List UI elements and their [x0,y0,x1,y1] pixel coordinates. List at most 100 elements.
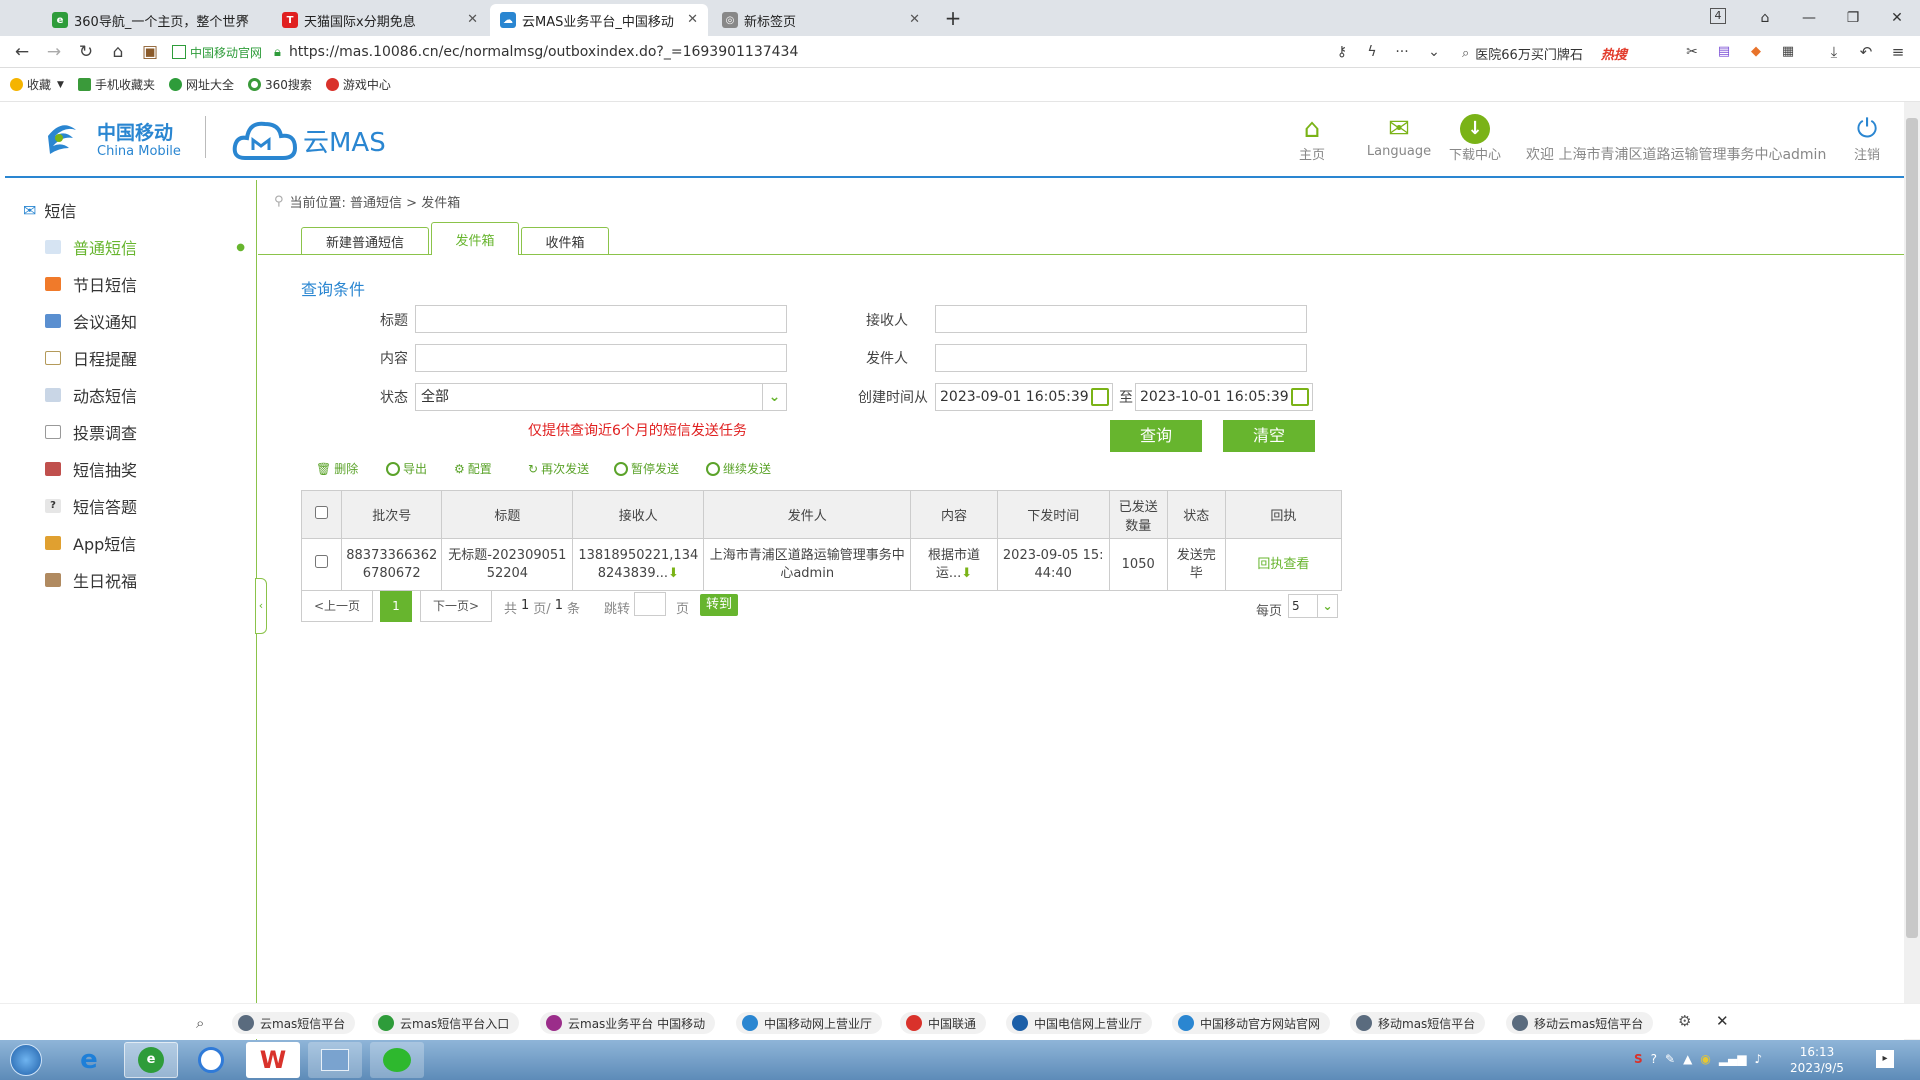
calendar-icon[interactable] [1091,388,1109,406]
briefcase-icon[interactable]: ▣ [138,40,162,64]
select-all-checkbox[interactable] [315,506,329,519]
close-window-button[interactable]: ✕ [1884,5,1910,31]
sidebar-item-vote[interactable]: 投票调查 [45,419,137,445]
jump-page-input[interactable] [634,592,666,616]
shortcut-item[interactable]: 移动云mas短信平台 [1506,1012,1654,1034]
clear-button[interactable]: 清空 [1223,420,1315,452]
nav-home[interactable]: ⌂ 主页 [1287,114,1337,163]
more-icon[interactable]: ··· [1390,40,1414,64]
shortcut-item[interactable]: 云mas短信平台入口 [372,1012,520,1034]
bookmark-games[interactable]: 游戏中心 [325,76,391,93]
new-tab-button[interactable]: + [940,5,966,31]
translate-icon[interactable]: ▤ [1712,40,1736,64]
forward-icon[interactable]: → [42,40,66,64]
start-button[interactable] [2,1042,50,1078]
chevron-down-icon[interactable]: ⌄ [762,384,786,410]
reload-icon[interactable]: ↻ [74,40,98,64]
nav-language[interactable]: ✉ Language [1357,114,1441,159]
shortcut-item[interactable]: 云mas业务平台 中国移动 [540,1012,716,1034]
view-receipt-link[interactable]: 回执查看 [1224,538,1343,591]
scissors-icon[interactable]: ✂ [1680,40,1704,64]
bookmark-mobile[interactable]: 手机收藏夹 [77,76,155,93]
shortcut-item[interactable]: 中国移动网上营业厅 [736,1012,883,1034]
content-cell[interactable]: 根据市道运...⬇ [910,538,998,591]
config-button[interactable]: ⚙ 配置 [454,460,492,477]
shortcut-item[interactable]: 中国电信网上营业厅 [1006,1012,1153,1034]
sidebar-item-app-sms[interactable]: App短信 [45,530,136,556]
restore-button[interactable]: ❐ [1840,5,1866,31]
volume-icon[interactable]: ♪ [1755,1052,1763,1066]
menu-icon[interactable]: ≡ [1886,40,1910,64]
delete-button[interactable]: 🗑︎ 删除 [316,460,358,477]
tab-outbox[interactable]: 发件箱 [431,222,519,255]
logout-button[interactable]: ⏻ 注销 [1847,114,1887,163]
nav-download[interactable]: ↓ 下载中心 [1443,114,1507,163]
expand-down-icon[interactable]: ⬇ [961,566,972,581]
arrow-up-icon[interactable]: ▲ [1683,1052,1692,1066]
shortcut-item[interactable]: 中国联通 [900,1012,987,1034]
close-icon[interactable]: ✕ [467,12,478,27]
tab-count-badge[interactable]: 4 [1710,8,1726,24]
sidebar-item-dynamic-sms[interactable]: 动态短信 [45,382,137,408]
lightning-icon[interactable]: ϟ [1360,40,1384,64]
undo-icon[interactable]: ↶ [1854,40,1878,64]
date-to-input[interactable]: 2023-10-01 16:05:39 [1135,383,1313,411]
continue-button[interactable]: 继续发送 [706,460,771,477]
security-icon[interactable]: ◉ [1700,1052,1710,1066]
query-button[interactable]: 查询 [1110,420,1202,452]
taskbar-explorer[interactable] [308,1042,362,1078]
network-icon[interactable]: ▂▄▆ [1719,1052,1747,1066]
per-page-select[interactable]: 5 ⌄ [1288,594,1338,618]
sidebar-item-birthday[interactable]: 生日祝福 [45,567,137,593]
bookmark-360search[interactable]: 360搜索 [247,76,312,93]
bookmark-sites[interactable]: 网址大全 [168,76,234,93]
minimize-button[interactable]: — [1796,5,1822,31]
sender-input[interactable] [935,344,1307,372]
browser-tab-tmall[interactable]: T 天猫国际x分期免息 ✕ [272,4,488,36]
shortcut-item[interactable]: 中国移动官方网站官网 [1172,1012,1331,1034]
receiver-input[interactable] [935,305,1307,333]
download-icon[interactable]: ⤓ [1822,40,1846,64]
status-select[interactable]: 全部 ⌄ [415,383,787,411]
sidebar-item-meeting[interactable]: 会议通知 [45,308,137,334]
notification-icon[interactable]: ▸ [1876,1050,1894,1068]
shortcut-item[interactable]: 移动mas短信平台 [1350,1012,1486,1034]
browser-tab-mas[interactable]: ☁ 云MAS业务平台_中国移动 ✕ [490,4,708,36]
apps-icon[interactable]: ▦ [1776,40,1800,64]
back-icon[interactable]: ← [10,40,34,64]
pen-icon[interactable]: ✎ [1665,1052,1675,1066]
search-box[interactable]: ⌕ 医院66万买门牌石 热搜 [1462,42,1672,64]
help-icon[interactable]: ? [1651,1052,1657,1066]
page-1-button[interactable]: 1 [380,590,412,622]
prev-page-button[interactable]: <上一页 [301,590,373,622]
page-scrollbar[interactable] [1904,102,1920,1040]
sidebar-item-schedule[interactable]: 日程提醒 [45,345,137,371]
browser-tab-360[interactable]: e 360导航_一个主页，整个世界 ✕ [42,4,260,36]
close-icon[interactable]: ✕ [909,12,920,27]
sidebar-item-normal-sms[interactable]: 普通短信 ● [45,234,245,260]
taskbar-wps[interactable]: W [246,1042,300,1078]
resend-button[interactable]: ↻ 再次发送 [528,460,589,477]
receiver-cell[interactable]: 13818950221,1348243839...⬇ [572,538,705,591]
sogou-icon[interactable]: S [1634,1052,1643,1066]
next-page-button[interactable]: 下一页> [420,590,492,622]
close-icon[interactable]: ✕ [239,12,250,27]
tab-new-sms[interactable]: 新建普通短信 [301,227,429,254]
date-from-input[interactable]: 2023-09-01 16:05:39 [935,383,1113,411]
export-button[interactable]: 导出 [386,460,427,477]
scrollbar-thumb[interactable] [1906,118,1918,938]
calendar-icon[interactable] [1291,388,1309,406]
home-icon[interactable]: ⌂ [106,40,130,64]
bookmark-favorites[interactable]: 收藏 ▼ [10,76,64,93]
taskbar-baidu[interactable] [184,1042,238,1078]
clock[interactable]: 16:13 2023/9/5 [1782,1044,1852,1076]
shortcut-item[interactable]: 云mas短信平台 [232,1012,356,1034]
sidebar-item-quiz[interactable]: ? 短信答题 [45,493,137,519]
taskbar-ie[interactable]: e [62,1042,116,1078]
url-field[interactable]: 中国移动官网 🔒︎ https://mas.10086.cn/ec/normal… [172,40,1446,64]
close-icon[interactable]: ✕ [687,12,698,27]
go-button[interactable]: 转到 [700,594,738,616]
gear-icon[interactable]: ⚙ [1678,1012,1691,1030]
row-checkbox[interactable] [315,555,329,568]
close-icon[interactable]: ✕ [1716,1012,1729,1030]
